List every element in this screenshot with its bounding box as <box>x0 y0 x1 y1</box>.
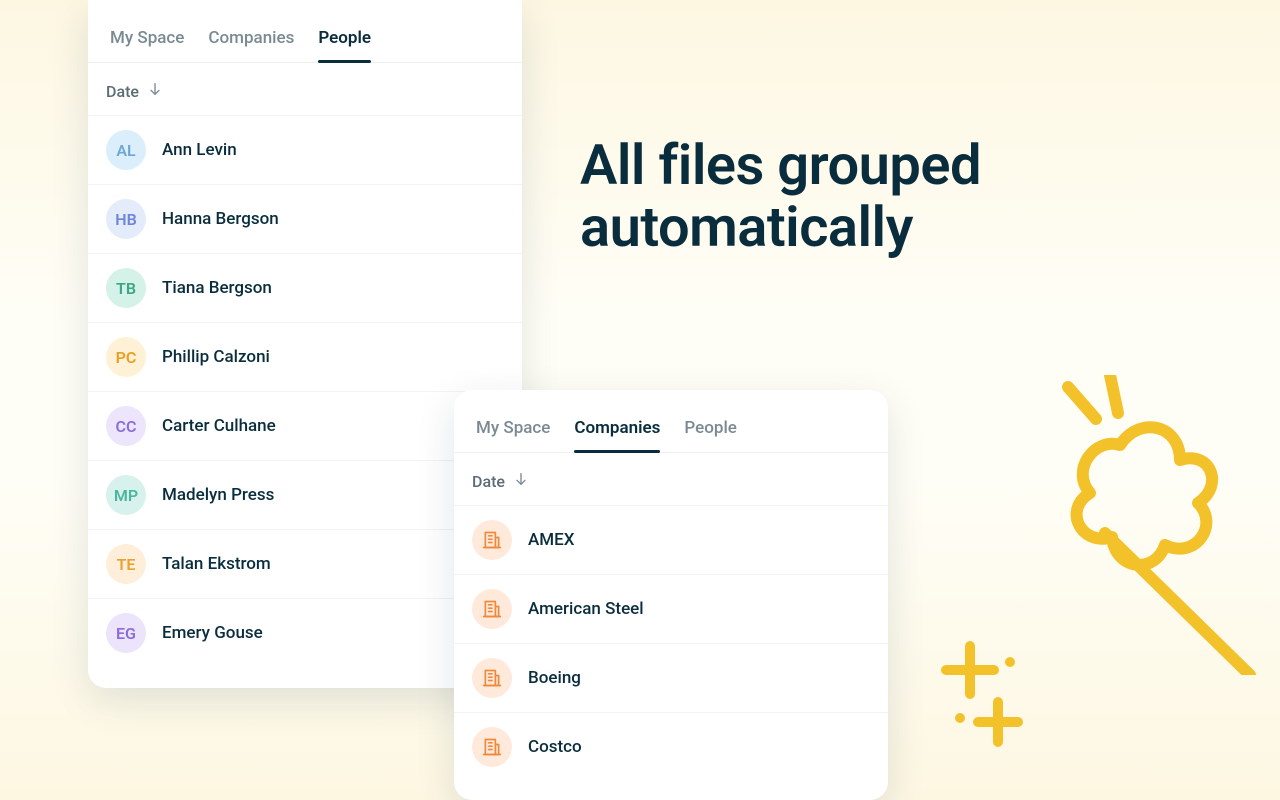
sort-control[interactable]: Date <box>454 453 888 505</box>
avatar: AL <box>106 130 146 170</box>
person-name: Phillip Calzoni <box>162 347 270 367</box>
person-name: Carter Culhane <box>162 416 276 436</box>
companies-list: AMEX American Steel Boeing Costco <box>454 505 888 781</box>
company-name: American Steel <box>528 599 644 619</box>
list-item[interactable]: Boeing <box>454 643 888 712</box>
building-icon <box>472 658 512 698</box>
avatar: TE <box>106 544 146 584</box>
companies-panel: My Space Companies People Date AMEX Ameri… <box>454 390 888 800</box>
tab-people[interactable]: People <box>318 28 371 62</box>
avatar: PC <box>106 337 146 377</box>
tab-my-space[interactable]: My Space <box>476 418 550 452</box>
arrow-down-icon <box>147 81 163 101</box>
list-item[interactable]: AL Ann Levin <box>88 115 522 184</box>
list-item[interactable]: TB Tiana Bergson <box>88 253 522 322</box>
person-name: Emery Gouse <box>162 623 263 643</box>
arrow-down-icon <box>513 471 529 491</box>
companies-tabs: My Space Companies People <box>454 390 888 453</box>
sort-control[interactable]: Date <box>88 63 522 115</box>
wand-star-icon <box>1000 375 1280 675</box>
building-icon <box>472 589 512 629</box>
sort-label: Date <box>106 82 139 101</box>
avatar: TB <box>106 268 146 308</box>
list-item[interactable]: HB Hanna Bergson <box>88 184 522 253</box>
avatar: CC <box>106 406 146 446</box>
company-name: Boeing <box>528 668 581 688</box>
person-name: Talan Ekstrom <box>162 554 271 574</box>
building-icon <box>472 727 512 767</box>
person-name: Madelyn Press <box>162 485 274 505</box>
sort-label: Date <box>472 472 505 491</box>
company-name: AMEX <box>528 530 574 550</box>
headline: All files grouped automatically <box>580 135 1280 258</box>
tab-companies[interactable]: Companies <box>574 418 660 452</box>
tab-people[interactable]: People <box>684 418 737 452</box>
avatar: EG <box>106 613 146 653</box>
tab-my-space[interactable]: My Space <box>110 28 184 62</box>
list-item[interactable]: PC Phillip Calzoni <box>88 322 522 391</box>
tab-companies[interactable]: Companies <box>208 28 294 62</box>
avatar: HB <box>106 199 146 239</box>
list-item[interactable]: American Steel <box>454 574 888 643</box>
person-name: Tiana Bergson <box>162 278 272 298</box>
list-item[interactable]: Costco <box>454 712 888 781</box>
person-name: Hanna Bergson <box>162 209 279 229</box>
company-name: Costco <box>528 737 582 757</box>
list-item[interactable]: AMEX <box>454 505 888 574</box>
building-icon <box>472 520 512 560</box>
sparkle-icon <box>940 640 1050 760</box>
avatar: MP <box>106 475 146 515</box>
people-tabs: My Space Companies People <box>88 0 522 63</box>
person-name: Ann Levin <box>162 140 237 160</box>
